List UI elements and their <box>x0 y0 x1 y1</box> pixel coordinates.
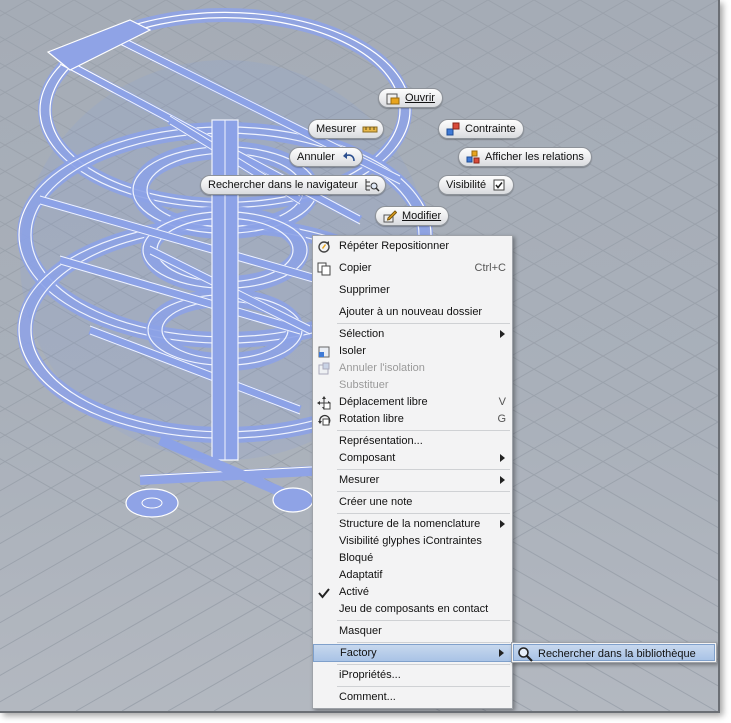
submenu-arrow-icon <box>499 649 504 657</box>
ouvrir-button[interactable]: Ouvrir <box>378 88 443 108</box>
menu-item-repeter[interactable]: Répéter Repositionner <box>313 238 512 255</box>
repeat-icon <box>315 239 333 254</box>
menu-item-deplacement-libre[interactable]: Déplacement libre V <box>313 394 512 411</box>
submenu-arrow-icon <box>500 520 505 528</box>
menu-separator <box>337 686 510 687</box>
visibilite-button[interactable]: Visibilité <box>438 175 515 195</box>
menu-item-active[interactable]: Activé <box>313 584 512 601</box>
submenu-arrow-icon <box>500 330 505 338</box>
menu-item-factory[interactable]: Factory <box>313 644 512 662</box>
menu-item-ajouter-dossier[interactable]: Ajouter à un nouveau dossier <box>313 304 512 321</box>
menu-item-rotation-libre[interactable]: Rotation libre G <box>313 411 512 428</box>
menu-item-annuler-isolation[interactable]: Annuler l'isolation <box>313 360 512 377</box>
menu-item-masquer[interactable]: Masquer <box>313 623 512 640</box>
menu-item-substituer[interactable]: Substituer <box>313 377 512 394</box>
constraint-icon <box>446 122 460 136</box>
checkmark-icon <box>315 585 333 600</box>
menu-separator <box>337 642 510 643</box>
show-relations-icon <box>466 150 480 164</box>
menu-item-representation[interactable]: Représentation... <box>313 433 512 450</box>
menu-item-creer-note[interactable]: Créer une note <box>313 494 512 511</box>
copy-icon <box>315 261 333 276</box>
factory-submenu: Rechercher dans la bibliothèque <box>511 642 717 663</box>
menu-separator <box>337 513 510 514</box>
isolate-icon <box>315 344 333 359</box>
3d-viewport[interactable]: Ouvrir Mesurer Contrainte Annuler Affich… <box>0 0 720 713</box>
menu-item-supprimer[interactable]: Supprimer <box>313 282 512 299</box>
menu-item-structure-nomenclature[interactable]: Structure de la nomenclature <box>313 516 512 533</box>
menu-separator <box>337 620 510 621</box>
submenu-arrow-icon <box>500 476 505 484</box>
modifier-button[interactable]: Modifier <box>375 206 450 226</box>
menu-item-mesurer[interactable]: Mesurer <box>313 472 512 489</box>
free-move-icon <box>315 395 333 410</box>
menu-separator <box>337 491 510 492</box>
menu-separator <box>337 664 510 665</box>
contrainte-button[interactable]: Contrainte <box>438 119 524 139</box>
menu-separator <box>337 430 510 431</box>
menu-item-iproprietes[interactable]: iPropriétés... <box>313 667 512 684</box>
magnifier-icon <box>517 646 533 662</box>
menu-item-selection[interactable]: Sélection <box>313 326 512 343</box>
measure-icon <box>362 122 378 136</box>
menu-item-copier[interactable]: Copier Ctrl+C <box>313 260 512 277</box>
menu-separator <box>337 323 510 324</box>
mesurer-button[interactable]: Mesurer <box>308 119 385 139</box>
free-rotate-icon <box>315 412 333 427</box>
undo-icon <box>341 150 355 164</box>
menu-item-adaptatif[interactable]: Adaptatif <box>313 567 512 584</box>
edit-icon <box>383 209 398 223</box>
browser-search-icon <box>364 178 380 192</box>
rechercher-navigateur-button[interactable]: Rechercher dans le navigateur <box>200 175 386 195</box>
menu-item-visibilite-glyphes[interactable]: Visibilité glyphes iContraintes <box>313 533 512 550</box>
menu-separator <box>337 469 510 470</box>
menu-item-bloque[interactable]: Bloqué <box>313 550 512 567</box>
menu-item-jeu-composants-contact[interactable]: Jeu de composants en contact <box>313 601 512 618</box>
open-icon <box>386 91 400 105</box>
menu-item-rechercher-bibliotheque[interactable]: Rechercher dans la bibliothèque <box>513 644 715 662</box>
afficher-relations-button[interactable]: Afficher les relations <box>458 147 592 167</box>
menu-item-comment[interactable]: Comment... <box>313 689 512 706</box>
submenu-arrow-icon <box>500 454 505 462</box>
menu-item-composant[interactable]: Composant <box>313 450 512 467</box>
undo-isolate-icon <box>315 361 333 376</box>
checkbox-icon <box>492 178 506 192</box>
annuler-button[interactable]: Annuler <box>289 147 363 167</box>
context-menu: Répéter Repositionner Copier Ctrl+C Supp… <box>312 235 513 709</box>
menu-item-isoler[interactable]: Isoler <box>313 343 512 360</box>
